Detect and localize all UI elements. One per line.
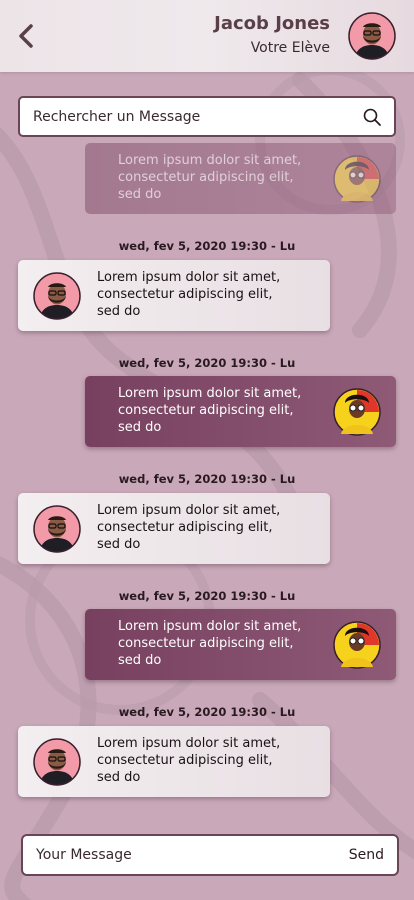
message-text: Lorem ipsum dolor sit amet, consectetur … xyxy=(97,502,322,553)
message-line: Lorem ipsum dolor sit amet, xyxy=(97,270,281,285)
message-line: consectetur adipiscing elit, xyxy=(97,753,273,768)
message-line: sed do xyxy=(118,420,162,435)
student-avatar xyxy=(333,155,381,203)
message-bubble-out[interactable]: Lorem ipsum dolor sit amet, consectetur … xyxy=(85,609,396,680)
teacher-avatar[interactable] xyxy=(348,12,396,60)
back-button[interactable] xyxy=(12,20,40,52)
send-button[interactable]: Send xyxy=(349,847,384,863)
message-text: Lorem ipsum dolor sit amet, consectetur … xyxy=(97,735,322,786)
message-bubble-out[interactable]: Lorem ipsum dolor sit amet, consectetur … xyxy=(85,376,396,447)
message-timestamp: wed, fev 5, 2020 19:30 - Lu xyxy=(118,589,296,603)
message-line: consectetur adipiscing elit, xyxy=(118,403,294,418)
message-bubble-in[interactable]: Lorem ipsum dolor sit amet, consectetur … xyxy=(18,260,330,331)
message-line: Lorem ipsum dolor sit amet, xyxy=(97,736,281,751)
message-text: Lorem ipsum dolor sit amet, consectetur … xyxy=(118,385,333,436)
message-line: sed do xyxy=(118,653,162,668)
message-timestamp: wed, fev 5, 2020 19:30 - Lu xyxy=(118,472,296,486)
message-line: Lorem ipsum dolor sit amet, xyxy=(118,153,302,168)
contact-role: Votre Elève xyxy=(250,40,330,56)
message-input[interactable]: Your Message xyxy=(36,847,349,863)
message-line: Lorem ipsum dolor sit amet, xyxy=(97,503,281,518)
message-line: consectetur adipiscing elit, xyxy=(97,287,273,302)
chat-header: Jacob Jones Votre Elève xyxy=(0,0,414,72)
message-bubble-in[interactable]: Lorem ipsum dolor sit amet, consectetur … xyxy=(18,726,330,797)
contact-name: Jacob Jones xyxy=(214,13,330,34)
message-text: Lorem ipsum dolor sit amet, consectetur … xyxy=(118,152,333,203)
message-line: consectetur adipiscing elit, xyxy=(97,520,273,535)
chevron-left-icon xyxy=(19,24,33,48)
message-line: sed do xyxy=(97,770,141,785)
message-line: consectetur adipiscing elit, xyxy=(118,170,294,185)
message-timestamp: wed, fev 5, 2020 19:30 - Lu xyxy=(118,356,296,370)
search-input[interactable]: Rechercher un Message xyxy=(33,109,362,125)
teacher-avatar xyxy=(33,272,81,320)
teacher-avatar xyxy=(33,505,81,553)
message-line: sed do xyxy=(97,304,141,319)
search-icon[interactable] xyxy=(362,107,382,127)
message-line: consectetur adipiscing elit, xyxy=(118,636,294,651)
teacher-avatar xyxy=(33,738,81,786)
message-line: Lorem ipsum dolor sit amet, xyxy=(118,619,302,634)
message-text: Lorem ipsum dolor sit amet, consectetur … xyxy=(118,618,333,669)
message-line: sed do xyxy=(118,187,162,202)
student-avatar xyxy=(333,621,381,669)
message-line: Lorem ipsum dolor sit amet, xyxy=(118,386,302,401)
message-composer[interactable]: Your Message Send xyxy=(21,834,399,876)
message-line: sed do xyxy=(97,537,141,552)
student-avatar xyxy=(333,388,381,436)
message-bubble-out[interactable]: Lorem ipsum dolor sit amet, consectetur … xyxy=(85,143,396,214)
search-field[interactable]: Rechercher un Message xyxy=(18,96,396,137)
message-text: Lorem ipsum dolor sit amet, consectetur … xyxy=(97,269,322,320)
message-timestamp: wed, fev 5, 2020 19:30 - Lu xyxy=(118,705,296,719)
message-timestamp: wed, fev 5, 2020 19:30 - Lu xyxy=(118,239,296,253)
message-bubble-in[interactable]: Lorem ipsum dolor sit amet, consectetur … xyxy=(18,493,330,564)
